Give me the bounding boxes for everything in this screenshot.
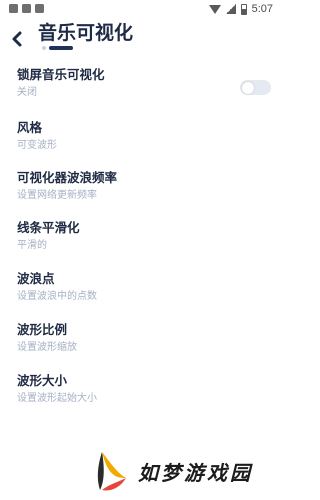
system-icons: 5:07 xyxy=(208,3,273,15)
setting-wave-points[interactable]: 波浪点 设置波浪中的点数 xyxy=(17,271,271,311)
notification-icon xyxy=(35,4,44,13)
battery-icon xyxy=(240,3,247,15)
toggle-knob xyxy=(242,81,254,94)
setting-wave-frequency[interactable]: 可视化器波浪频率 设置网络更新频率 xyxy=(17,170,271,210)
watermark-logo-icon xyxy=(88,448,130,494)
watermark-text: 如梦游戏园 xyxy=(138,460,253,485)
indicator-dot xyxy=(42,46,46,50)
setting-subtitle: 可变波形 xyxy=(17,140,57,151)
back-button[interactable] xyxy=(10,31,24,47)
setting-lockscreen-visualizer[interactable]: 锁屏音乐可视化 关闭 xyxy=(17,67,271,107)
status-bar: 5:07 xyxy=(0,0,281,20)
setting-title: 波浪点 xyxy=(17,271,55,286)
setting-subtitle: 设置波形缩放 xyxy=(17,342,77,353)
setting-subtitle: 设置波形起始大小 xyxy=(17,393,97,404)
back-arrow-icon xyxy=(12,31,22,47)
setting-title: 波形大小 xyxy=(17,373,68,388)
setting-wave-scale[interactable]: 波形比例 设置波形缩放 xyxy=(17,322,271,362)
status-time: 5:07 xyxy=(251,3,273,15)
setting-title: 线条平滑化 xyxy=(17,220,80,235)
wifi-icon xyxy=(208,4,221,14)
indicator-bar xyxy=(49,46,73,50)
setting-subtitle: 平滑的 xyxy=(17,240,47,251)
setting-subtitle: 设置网络更新频率 xyxy=(17,190,97,201)
lockscreen-visualizer-toggle[interactable] xyxy=(240,80,271,95)
setting-subtitle: 设置波浪中的点数 xyxy=(17,291,97,302)
notification-icons xyxy=(9,4,44,13)
setting-style[interactable]: 风格 可变波形 xyxy=(17,120,271,160)
setting-title: 可视化器波浪频率 xyxy=(17,170,118,185)
setting-title: 锁屏音乐可视化 xyxy=(17,67,105,82)
setting-line-smoothing[interactable]: 线条平滑化 平滑的 xyxy=(17,220,271,260)
signal-icon xyxy=(225,4,236,14)
setting-wave-size[interactable]: 波形大小 设置波形起始大小 xyxy=(17,373,271,413)
title-indicator xyxy=(42,46,73,50)
setting-title: 波形比例 xyxy=(17,322,68,337)
setting-subtitle: 关闭 xyxy=(17,87,37,98)
setting-title: 风格 xyxy=(17,120,43,135)
watermark: 如梦游戏园 xyxy=(88,448,253,494)
notification-icon xyxy=(22,4,31,13)
notification-icon xyxy=(9,4,18,13)
page-title: 音乐可视化 xyxy=(38,22,134,44)
